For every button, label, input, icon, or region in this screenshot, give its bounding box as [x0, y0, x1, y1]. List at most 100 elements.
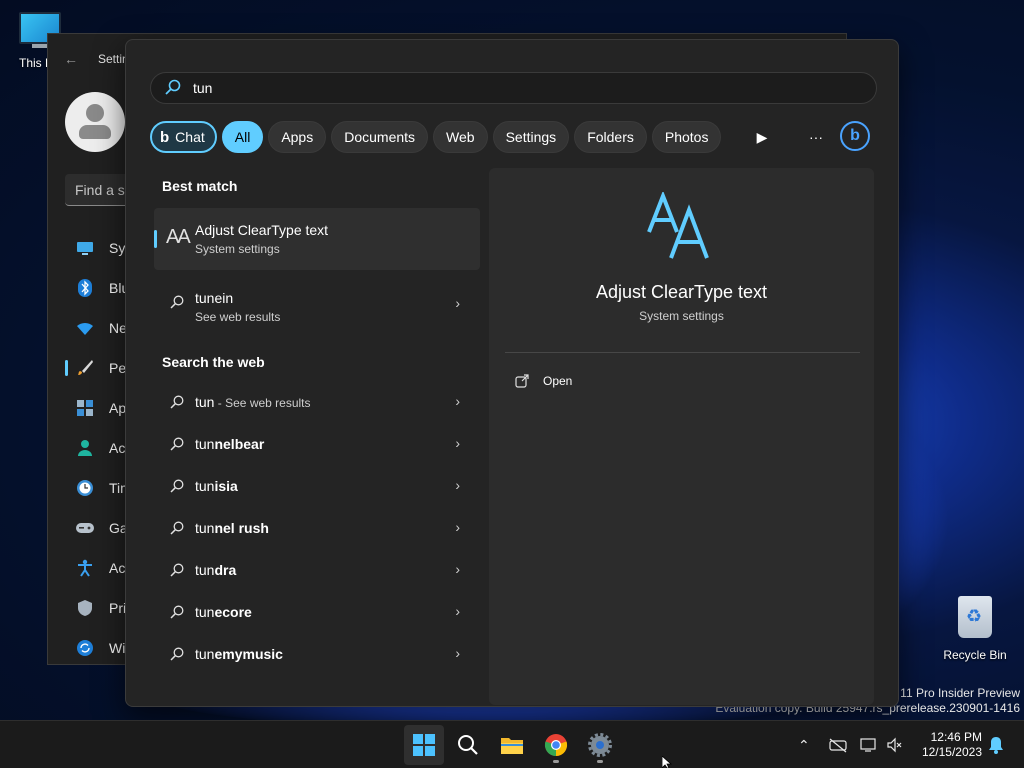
search-icon — [170, 521, 184, 535]
start-icon — [413, 734, 435, 756]
settings-gear-icon — [588, 733, 612, 757]
result-detail-pane: Adjust ClearType text System settings Op… — [489, 168, 874, 705]
suggestion-rest: dra — [214, 562, 237, 578]
filter-documents[interactable]: Documents — [331, 121, 429, 153]
taskbar: ⌃ 12:46 PM 12/15/2023 — [0, 720, 1024, 768]
list-item[interactable]: tunnelbear › — [154, 424, 480, 464]
result-title: tunein — [195, 290, 234, 306]
filter-apps[interactable]: Apps — [268, 121, 327, 153]
chrome-button[interactable] — [536, 725, 576, 765]
monitor-stand — [32, 44, 48, 48]
recycle-bin-icon — [958, 596, 992, 638]
tray-display-icon[interactable] — [860, 721, 878, 768]
search-input[interactable] — [193, 77, 853, 99]
bing-icon[interactable]: b — [840, 121, 870, 151]
update-icon — [75, 638, 95, 658]
web-result-text: tunnel rush — [195, 520, 269, 536]
search-icon — [170, 647, 184, 661]
search-icon — [170, 479, 184, 493]
settings-taskbar-button[interactable] — [580, 725, 620, 765]
search-flyout: b Chat All Apps Documents Web Settings F… — [125, 39, 899, 707]
more-options-icon[interactable]: ··· — [800, 121, 832, 153]
filter-folders[interactable]: Folders — [574, 121, 647, 153]
list-item[interactable]: tundra › — [154, 550, 480, 590]
search-icon — [170, 605, 184, 619]
chevron-right-icon[interactable]: › — [455, 519, 460, 535]
web-result-text: tunnelbear — [195, 436, 264, 452]
query-prefix: tun — [195, 562, 215, 578]
query-prefix: tun — [195, 478, 215, 494]
suggestion-rest: nel rush — [214, 520, 269, 536]
list-item[interactable]: tunecore › — [154, 592, 480, 632]
web-result-text: tunisia — [195, 478, 238, 494]
open-action[interactable]: Open — [515, 374, 572, 388]
filter-chat-label: Chat — [175, 129, 205, 145]
chevron-right-icon[interactable]: › — [455, 393, 460, 409]
list-item[interactable]: tunemymusic › — [154, 634, 480, 674]
list-item[interactable]: tunnel rush › — [154, 508, 480, 548]
tray-overflow-chevron-icon[interactable]: ⌃ — [798, 721, 810, 768]
web-result-text: tunecore — [195, 604, 252, 620]
system-icon — [75, 238, 95, 258]
open-external-icon — [515, 374, 529, 388]
clock-time: 12:46 PM — [930, 730, 982, 744]
chevron-right-icon[interactable]: › — [455, 603, 460, 619]
nav-label: Wi — [109, 640, 126, 656]
recycle-bin-desktop-icon[interactable]: Recycle Bin — [938, 596, 1012, 662]
recycle-bin-label: Recycle Bin — [943, 648, 1007, 662]
search-web-heading: Search the web — [162, 354, 265, 370]
filter-web[interactable]: Web — [433, 121, 488, 153]
nav-label: Ap — [109, 400, 127, 416]
query-prefix: tun — [195, 604, 215, 620]
brush-icon — [75, 358, 95, 378]
list-item[interactable]: tunisia › — [154, 466, 480, 506]
chevron-right-icon[interactable]: › — [455, 477, 460, 493]
query-prefix: tun — [195, 520, 215, 536]
chevron-right-icon[interactable]: › — [455, 435, 460, 451]
list-item[interactable]: tunein See web results › — [154, 278, 480, 326]
person-icon — [75, 438, 95, 458]
wifi-icon — [75, 318, 95, 338]
chevron-right-icon[interactable]: › — [455, 295, 460, 311]
list-item[interactable]: tun - See web results › — [154, 382, 480, 422]
divider — [505, 352, 860, 353]
tray-volume-muted-icon[interactable] — [886, 721, 902, 768]
search-icon — [170, 563, 184, 577]
search-icon — [170, 395, 184, 409]
search-icon — [458, 735, 478, 755]
suggestion-rest: emymusic — [214, 646, 283, 662]
search-filter-bar: b Chat All Apps Documents Web Settings F… — [150, 121, 726, 153]
taskbar-search-button[interactable] — [448, 725, 488, 765]
open-label: Open — [543, 374, 573, 388]
notification-bell-icon[interactable] — [988, 721, 1004, 768]
more-filters-play-icon[interactable]: ▶ — [746, 121, 778, 153]
search-box[interactable] — [150, 72, 877, 104]
filter-chat[interactable]: b Chat — [150, 121, 217, 153]
result-subtitle: See web results — [195, 310, 281, 324]
filter-settings[interactable]: Settings — [492, 121, 570, 153]
back-arrow-icon[interactable]: ← — [64, 51, 78, 67]
bluetooth-icon — [75, 278, 95, 298]
query-prefix: tun — [195, 646, 215, 662]
shield-icon — [75, 598, 95, 618]
search-icon — [170, 295, 184, 309]
file-explorer-button[interactable] — [492, 725, 532, 765]
clock-icon — [75, 478, 95, 498]
web-query-suffix: - See web results — [214, 396, 311, 410]
running-indicator — [553, 760, 559, 763]
nav-label: Pri — [109, 600, 127, 616]
chevron-right-icon[interactable]: › — [455, 561, 460, 577]
best-match-subtitle: System settings — [195, 242, 280, 256]
best-match-result[interactable]: AA Adjust ClearType text System settings — [154, 208, 480, 270]
chevron-right-icon[interactable]: › — [455, 645, 460, 661]
start-button[interactable] — [404, 725, 444, 765]
taskbar-clock[interactable]: 12:46 PM 12/15/2023 — [910, 730, 982, 760]
suggestion-rest: ecore — [214, 604, 252, 620]
detail-subtitle: System settings — [639, 309, 724, 323]
avatar[interactable] — [65, 92, 125, 152]
tray-network-offline-icon[interactable] — [828, 721, 848, 768]
filter-all[interactable]: All — [221, 121, 264, 153]
query-prefix: tun — [195, 436, 215, 452]
filter-photos[interactable]: Photos — [651, 121, 722, 153]
suggestion-rest: nelbear — [214, 436, 265, 452]
